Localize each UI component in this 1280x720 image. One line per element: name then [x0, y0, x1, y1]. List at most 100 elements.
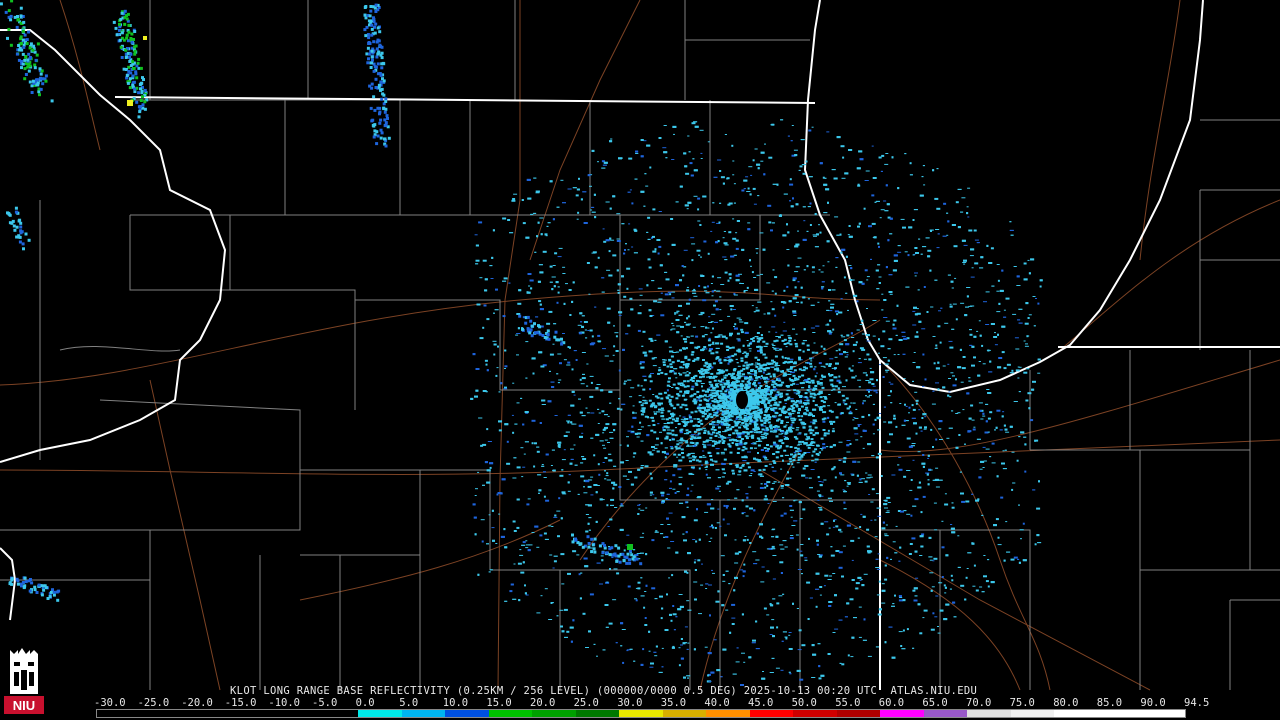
- echo-pixel: [979, 468, 983, 470]
- echo-pixel: [660, 415, 663, 418]
- echo-pixel: [790, 423, 793, 426]
- echo-pixel: [522, 222, 526, 225]
- echo-pixel: [849, 279, 853, 281]
- echo-pixel: [504, 368, 506, 369]
- echo-pixel: [1023, 340, 1026, 342]
- echo-pixel: [859, 324, 863, 325]
- echo-pixel: [557, 256, 562, 258]
- echo-pixel: [604, 604, 609, 606]
- echo-pixel: [935, 595, 939, 597]
- echo-pixel: [591, 211, 596, 213]
- echo-pixel: [697, 405, 701, 407]
- echo-pixel: [708, 316, 711, 318]
- echo-pixel: [999, 429, 1003, 431]
- echo-pixel: [642, 532, 645, 534]
- echo-pixel: [701, 563, 703, 565]
- echo-pixel: [818, 481, 822, 482]
- echo-pixel: [1025, 343, 1028, 345]
- echo-pixel: [522, 561, 525, 564]
- echo-pixel: [1037, 358, 1041, 361]
- echo-pixel: [806, 265, 809, 268]
- echo-pixel: [802, 350, 805, 353]
- echo-pixel: [826, 446, 829, 448]
- echo-pixel: [650, 662, 654, 665]
- echo-pixel: [526, 503, 530, 506]
- echo-pixel: [787, 335, 791, 337]
- echo-pixel: [783, 435, 786, 437]
- echo-pixel: [645, 553, 648, 556]
- echo-pixel: [909, 174, 913, 176]
- echo-pixel: [587, 504, 592, 507]
- echo-pixel: [814, 375, 817, 378]
- echo-pixel: [701, 385, 703, 388]
- echo-pixel: [865, 374, 868, 377]
- echo-pixel: [697, 345, 701, 348]
- echo-pixel: [585, 480, 590, 483]
- echo-pixel: [685, 531, 688, 534]
- echo-pixel: [824, 521, 829, 523]
- echo-pixel: [682, 338, 687, 341]
- echo-pixel: [1003, 367, 1007, 370]
- echo-pixel: [748, 422, 752, 425]
- echo-pixel: [741, 499, 744, 502]
- echo-pixel: [931, 586, 935, 588]
- echo-pixel: [566, 420, 570, 422]
- echo-pixel: [927, 479, 930, 481]
- echo-pixel: [739, 321, 744, 323]
- echo-pixel: [671, 387, 674, 388]
- echo-pixel: [862, 429, 867, 432]
- echo-pixel: [711, 499, 714, 500]
- echo-pixel: [925, 237, 930, 239]
- echo-pixel: [708, 541, 711, 542]
- echo-pixel: [854, 417, 859, 419]
- echo-pixel: [794, 271, 799, 273]
- echo-pixel: [760, 334, 763, 337]
- echo-pixel: [1023, 436, 1027, 438]
- echo-pixel: [889, 293, 893, 295]
- echo-pixel: [721, 604, 725, 607]
- echo-pixel: [828, 332, 832, 335]
- echo-pixel: [904, 251, 908, 253]
- echo-pixel: [839, 472, 842, 475]
- echo-pixel: [655, 645, 658, 648]
- echo-pixel: [540, 233, 543, 236]
- echo-pixel: [719, 296, 722, 298]
- echo-pixel: [918, 238, 921, 240]
- echo-pixel: [780, 669, 784, 671]
- echo-pixel: [569, 462, 573, 465]
- echo-pixel: [800, 286, 803, 289]
- echo-pixel: [558, 379, 562, 381]
- echo-pixel: [562, 273, 566, 274]
- echo-pixel: [884, 578, 888, 581]
- echo-pixel: [817, 643, 821, 645]
- echo-pixel: [707, 477, 711, 479]
- echo-pixel: [609, 518, 613, 521]
- echo-pixel: [919, 535, 924, 538]
- echo-pixel: [508, 282, 511, 284]
- echo-pixel: [860, 436, 863, 438]
- echo-pixel: [867, 655, 872, 657]
- echo-pixel: [586, 412, 590, 414]
- echo-pixel: [867, 551, 871, 554]
- echo-pixel: [720, 555, 725, 557]
- echo-pixel: [601, 167, 606, 169]
- echo-pixel: [586, 385, 589, 387]
- echo-pixel: [748, 348, 752, 350]
- echo-pixel: [1030, 419, 1034, 422]
- echo-pixel: [716, 522, 720, 524]
- echo-pixel: [721, 463, 726, 465]
- echo-pixel: [644, 354, 648, 357]
- echo-pixel: [602, 462, 605, 463]
- echo-pixel: [912, 324, 917, 326]
- echo-pixel: [702, 450, 705, 452]
- echo-pixel: [699, 129, 704, 131]
- echo-pixel: [539, 303, 542, 306]
- echo-pixel: [989, 456, 992, 458]
- echo-pixel: [512, 520, 516, 523]
- echo-pixel: [1033, 325, 1036, 327]
- echo-pixel: [482, 326, 485, 329]
- echo-pixel: [935, 467, 939, 469]
- echo-pixel: [635, 599, 638, 602]
- echo-pixel: [646, 284, 649, 287]
- echo-pixel: [858, 222, 861, 225]
